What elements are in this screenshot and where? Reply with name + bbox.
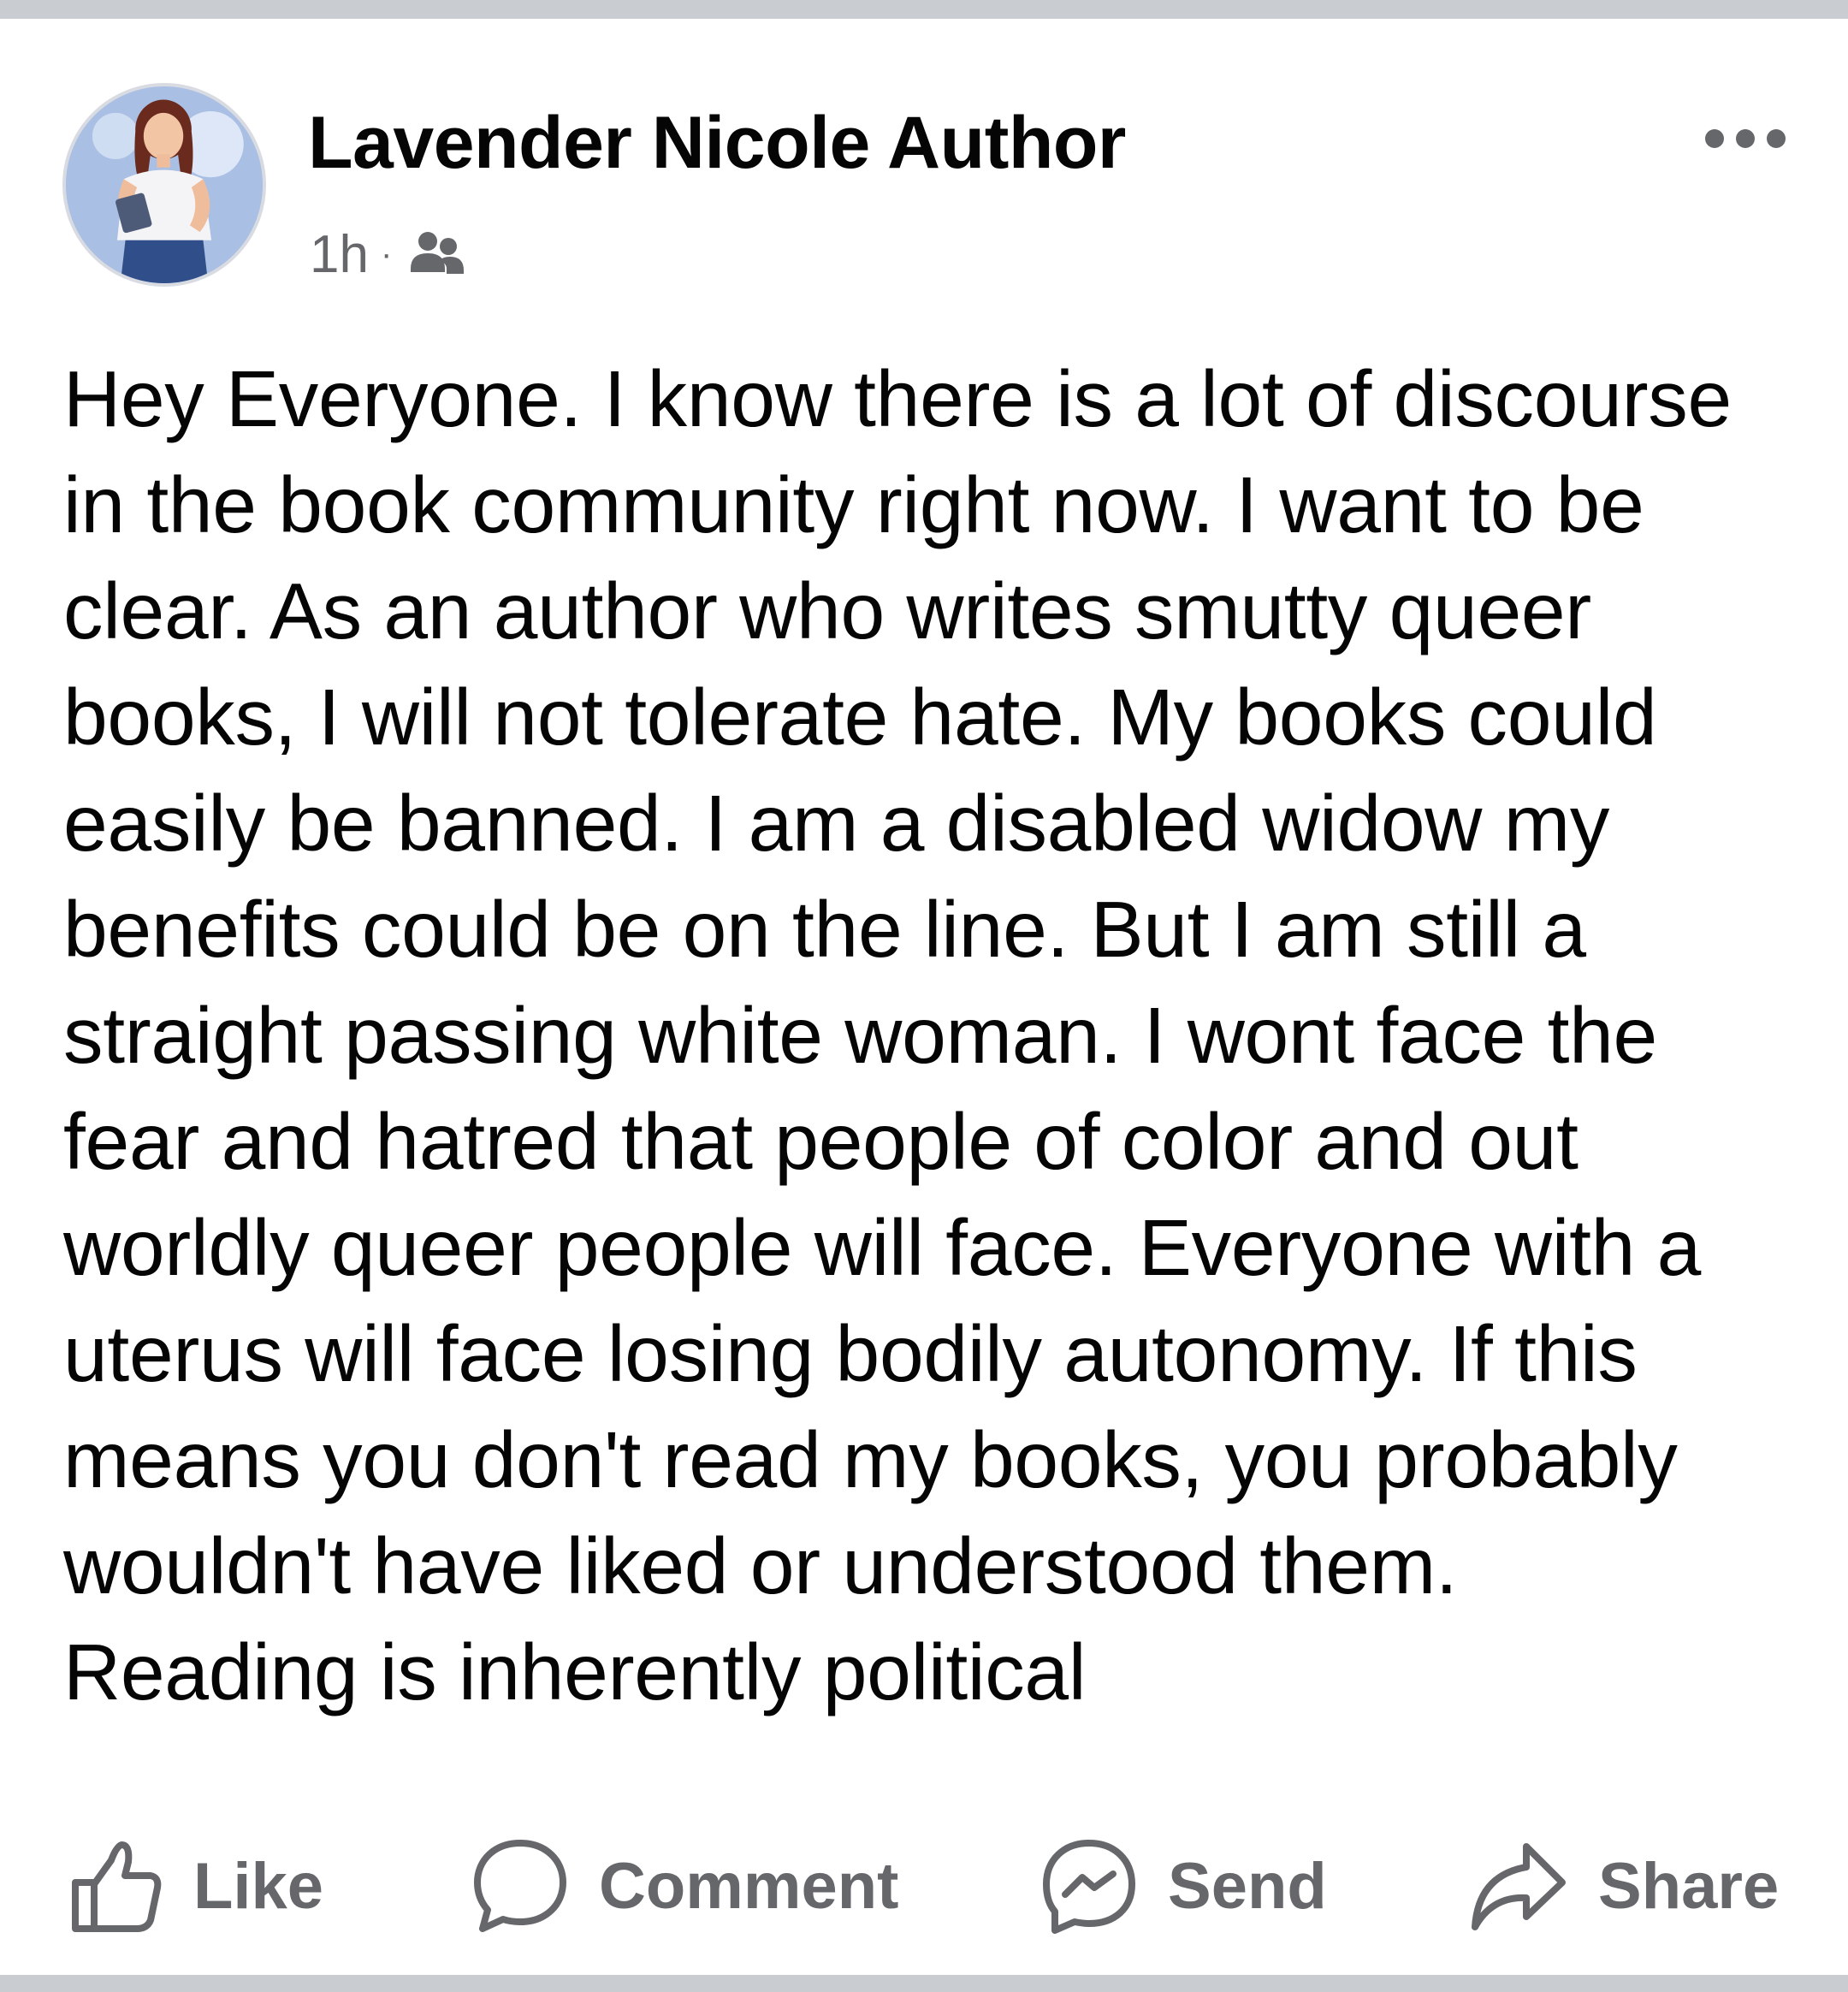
share-button[interactable]: Share xyxy=(1466,1817,1779,1954)
timestamp[interactable]: 1h xyxy=(310,224,369,285)
post-meta: 1h · xyxy=(310,224,469,284)
like-button[interactable]: Like xyxy=(68,1817,323,1954)
friends-icon[interactable] xyxy=(406,226,469,282)
author-avatar[interactable] xyxy=(62,83,266,287)
comment-icon xyxy=(474,1840,566,1932)
thumbs-up-icon xyxy=(72,1841,162,1932)
like-label: Like xyxy=(193,1849,324,1923)
send-label: Send xyxy=(1168,1849,1327,1923)
messenger-icon xyxy=(1043,1840,1135,1934)
avatar-illustration xyxy=(66,86,263,283)
share-arrow-icon xyxy=(1472,1843,1566,1930)
more-dot xyxy=(1705,129,1724,148)
more-options-icon[interactable] xyxy=(1694,113,1797,164)
more-dot xyxy=(1767,129,1786,148)
comment-label: Comment xyxy=(599,1849,899,1923)
comment-button[interactable]: Comment xyxy=(471,1817,898,1954)
author-name[interactable]: Lavender Nicole Author xyxy=(308,101,1126,186)
post-body-text: Hey Everyone. I know there is a lot of d… xyxy=(63,354,1732,1716)
share-label: Share xyxy=(1598,1849,1780,1923)
post-card: Lavender Nicole Author 1h · Hey Everyone… xyxy=(0,19,1848,1975)
meta-separator: · xyxy=(380,234,393,273)
send-button[interactable]: Send xyxy=(1040,1817,1327,1954)
more-dot xyxy=(1736,129,1755,148)
post-action-bar: Like Comment Send Share xyxy=(0,1817,1848,1954)
